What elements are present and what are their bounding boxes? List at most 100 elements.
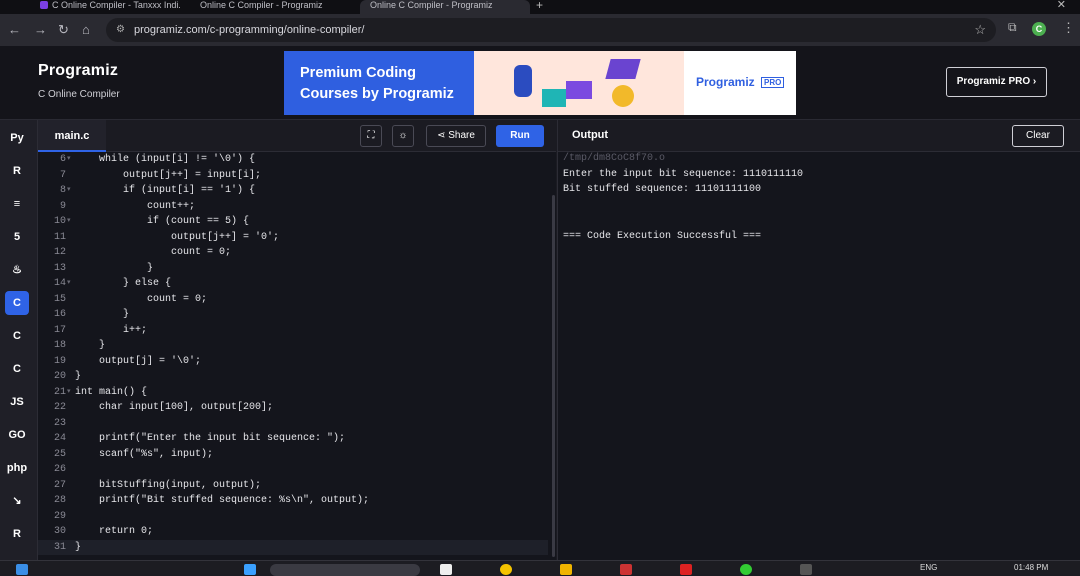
- browser-tab-active[interactable]: Online C Compiler - Programiz: [360, 0, 530, 14]
- fold-chevron-icon[interactable]: ▾: [67, 385, 75, 401]
- code-text: if (count == 5) {: [75, 216, 250, 227]
- code-line[interactable]: 14 ▾ } else {: [38, 276, 548, 292]
- language-r-icon[interactable]: R: [5, 159, 29, 183]
- browser-menu-icon[interactable]: ⋮: [1062, 20, 1075, 36]
- code-line[interactable]: 15 count = 0;: [38, 292, 548, 308]
- taskbar-search[interactable]: [270, 564, 420, 576]
- app-icon[interactable]: [680, 564, 692, 575]
- programiz-pro-button[interactable]: Programiz PRO ›: [946, 67, 1047, 97]
- browser-tab[interactable]: Online C Compiler - Programiz: [190, 0, 350, 14]
- language-c-icon[interactable]: C: [5, 291, 29, 315]
- fold-chevron-icon[interactable]: ▾: [67, 214, 75, 230]
- site-info-icon[interactable]: ⚙: [116, 24, 125, 35]
- code-line[interactable]: 23: [38, 416, 548, 432]
- code-line[interactable]: 22 char input[100], output[200];: [38, 400, 548, 416]
- code-line[interactable]: 17 i++;: [38, 323, 548, 339]
- bookmark-star-icon[interactable]: ☆: [974, 22, 986, 38]
- theme-toggle-icon[interactable]: ☼: [392, 125, 414, 147]
- line-number: 9: [59, 200, 66, 212]
- output-console[interactable]: /tmp/dm8CoC8f70.o Enter the input bit seq…: [557, 152, 1080, 560]
- line-number: 27: [53, 479, 66, 491]
- window-close-icon[interactable]: ✕: [1057, 0, 1066, 11]
- language-cpp-icon[interactable]: C: [5, 324, 29, 348]
- code-line[interactable]: 21 ▾ int main() {: [38, 385, 548, 401]
- line-number: 20: [53, 371, 66, 382]
- line-number: 10: [53, 216, 66, 227]
- line-number: 6: [59, 154, 66, 165]
- language-swift-icon[interactable]: ↘: [5, 489, 29, 513]
- promo-banner[interactable]: Premium Coding Courses by Programiz Prog…: [284, 51, 796, 115]
- new-tab-icon[interactable]: +: [536, 0, 543, 12]
- code-line[interactable]: 11 output[j++] = '0';: [38, 230, 548, 246]
- output-line: Enter the input bit sequence: 1110111110: [563, 168, 804, 180]
- home-icon[interactable]: ⌂: [82, 22, 90, 38]
- fold-chevron-icon[interactable]: ▾: [67, 183, 75, 199]
- app-icon[interactable]: [740, 564, 752, 575]
- browser-tab[interactable]: C Online Compiler - Tanxxx Indi...: [30, 0, 180, 14]
- language-go-icon[interactable]: GO: [5, 423, 29, 447]
- language-java-icon[interactable]: ♨: [5, 258, 29, 282]
- code-line[interactable]: 30 return 0;: [38, 524, 548, 540]
- fold-chevron-icon[interactable]: ▾: [67, 152, 75, 168]
- clock[interactable]: 01:48 PM: [1014, 563, 1048, 572]
- fold-chevron-icon[interactable]: ▾: [67, 276, 75, 292]
- fullscreen-icon[interactable]: ⛶: [360, 125, 382, 147]
- code-line[interactable]: 28 printf("Bit stuffed sequence: %s\n", …: [38, 493, 548, 509]
- code-line[interactable]: 25 scanf("%s", input);: [38, 447, 548, 463]
- programiz-logo[interactable]: Programiz: [38, 62, 118, 80]
- app-icon[interactable]: [800, 564, 812, 575]
- reload-icon[interactable]: ↻: [58, 22, 69, 38]
- language-javascript-icon[interactable]: JS: [5, 390, 29, 414]
- code-line[interactable]: 7 output[j++] = input[i];: [38, 168, 548, 184]
- share-button[interactable]: ⋖ Share: [426, 125, 486, 147]
- language-html-icon[interactable]: 5: [5, 225, 29, 249]
- code-line[interactable]: 26: [38, 462, 548, 478]
- code-line[interactable]: 27 bitStuffing(input, output);: [38, 478, 548, 494]
- language-php-icon[interactable]: php: [5, 456, 29, 480]
- taskview-icon[interactable]: [440, 564, 452, 575]
- language-sql-icon[interactable]: ≡: [5, 192, 29, 216]
- code-text: count = 0;: [75, 247, 232, 258]
- file-explorer-icon[interactable]: [560, 564, 572, 575]
- run-button[interactable]: Run: [496, 125, 544, 147]
- file-tab-main-c[interactable]: main.c: [38, 120, 106, 152]
- code-line[interactable]: 8 ▾ if (input[i] == '1') {: [38, 183, 548, 199]
- editor-scrollbar[interactable]: [552, 195, 555, 557]
- profile-avatar[interactable]: C: [1032, 22, 1046, 36]
- code-line[interactable]: 13 }: [38, 261, 548, 277]
- url-text: programiz.com/c-programming/online-compi…: [134, 24, 365, 36]
- line-number: 21: [53, 386, 66, 398]
- extensions-icon[interactable]: ⧉: [1008, 20, 1017, 35]
- code-line[interactable]: 6 ▾ while (input[i] != '\0') {: [38, 152, 548, 168]
- code-line[interactable]: 20}: [38, 369, 548, 385]
- widgets-icon[interactable]: [16, 564, 28, 575]
- line-number: 18: [53, 340, 66, 351]
- tab-favicon-icon: [40, 1, 48, 9]
- mail-icon[interactable]: [620, 564, 632, 575]
- code-line[interactable]: 31}: [38, 539, 548, 555]
- language-csharp-icon[interactable]: C: [5, 357, 29, 381]
- line-number: 15: [53, 293, 66, 305]
- code-line[interactable]: 10 ▾ if (count == 5) {: [38, 214, 548, 230]
- forward-icon[interactable]: →: [34, 22, 47, 38]
- code-line[interactable]: 16 }: [38, 307, 548, 323]
- output-line: === Code Execution Successful ===: [563, 230, 762, 242]
- url-field[interactable]: ⚙ programiz.com/c-programming/online-com…: [106, 18, 996, 42]
- code-text: return 0;: [75, 526, 154, 537]
- code-line[interactable]: 12 count = 0;: [38, 245, 548, 261]
- back-icon[interactable]: ←: [8, 22, 21, 38]
- language-rust-icon[interactable]: R: [5, 522, 29, 546]
- code-line[interactable]: 29: [38, 509, 548, 525]
- input-language[interactable]: ENG: [920, 563, 937, 572]
- editor-toolbar: main.c ⛶ ☼ ⋖ Share Run: [38, 120, 556, 152]
- language-python-icon[interactable]: Py: [5, 126, 29, 150]
- code-line[interactable]: 24 printf("Enter the input bit sequence:…: [38, 431, 548, 447]
- code-editor[interactable]: 6 ▾ while (input[i] != '\0') {7 output[j+…: [38, 152, 556, 560]
- code-line[interactable]: 18 }: [38, 338, 548, 354]
- start-icon[interactable]: [244, 564, 256, 575]
- chrome-icon[interactable]: [500, 564, 512, 575]
- code-line[interactable]: 19 output[j] = '\0';: [38, 354, 548, 370]
- code-line[interactable]: 9 count++;: [38, 199, 548, 215]
- clear-button[interactable]: Clear: [1012, 125, 1064, 147]
- line-number: 22: [53, 402, 66, 413]
